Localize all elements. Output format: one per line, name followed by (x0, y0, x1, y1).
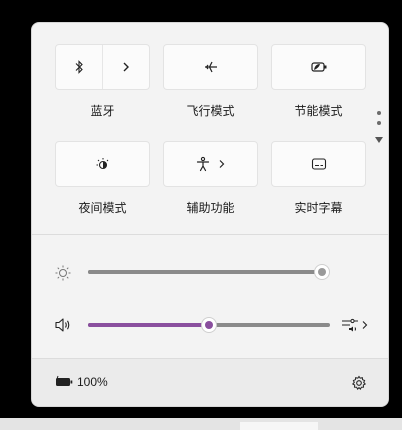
captions-icon (311, 157, 327, 171)
live-captions-label: 实时字幕 (294, 201, 343, 215)
pager-down-icon[interactable] (374, 131, 384, 149)
night-light-tile[interactable] (55, 141, 150, 187)
accessibility-icon (196, 156, 210, 172)
battery-saver-tile[interactable] (271, 44, 366, 90)
bluetooth-icon (73, 60, 85, 74)
accessibility-label: 辅助功能 (186, 201, 235, 215)
airplane-icon (203, 59, 219, 75)
sound-output-icon (341, 317, 359, 333)
battery-charging-icon (54, 375, 74, 389)
sound-output-button[interactable] (341, 317, 368, 333)
volume-slider-thumb[interactable] (201, 317, 217, 333)
battery-status[interactable]: 100% (54, 375, 108, 389)
page-indicator[interactable] (374, 111, 384, 149)
divider (32, 234, 388, 235)
taskbar (0, 418, 402, 430)
quick-settings-footer: 100% (32, 358, 388, 406)
accessibility-tile[interactable] (163, 141, 258, 187)
night-light-icon (95, 156, 111, 172)
chevron-right-icon (362, 320, 368, 330)
live-captions-tile[interactable] (271, 141, 366, 187)
night-light-label: 夜间模式 (78, 201, 127, 215)
brightness-slider[interactable] (88, 264, 330, 280)
taskbar-button[interactable] (240, 422, 318, 430)
bluetooth-toggle[interactable] (56, 45, 102, 89)
brightness-slider-fill (88, 270, 322, 274)
brightness-icon (54, 264, 72, 282)
battery-percentage: 100% (77, 375, 108, 389)
speaker-icon[interactable] (54, 317, 72, 333)
chevron-right-icon (121, 61, 131, 73)
page-dot-1[interactable] (377, 111, 381, 115)
battery-saver-icon (310, 61, 328, 73)
airplane-tile[interactable] (163, 44, 258, 90)
page-dot-2[interactable] (377, 121, 381, 125)
chevron-right-icon (218, 159, 226, 169)
bluetooth-expand-button[interactable] (103, 45, 149, 89)
bluetooth-label: 蓝牙 (90, 104, 115, 118)
airplane-label: 飞行模式 (186, 104, 235, 118)
brightness-slider-thumb[interactable] (314, 264, 330, 280)
volume-slider-fill (88, 323, 209, 327)
battery-saver-label: 节能模式 (294, 104, 343, 118)
bluetooth-tile[interactable] (55, 44, 150, 90)
settings-gear-icon[interactable] (351, 375, 367, 391)
volume-slider[interactable] (88, 317, 330, 333)
quick-settings-panel: 蓝牙 飞行模式 节能模式 夜间模式 辅助功能 实时字幕 100% (31, 22, 389, 407)
